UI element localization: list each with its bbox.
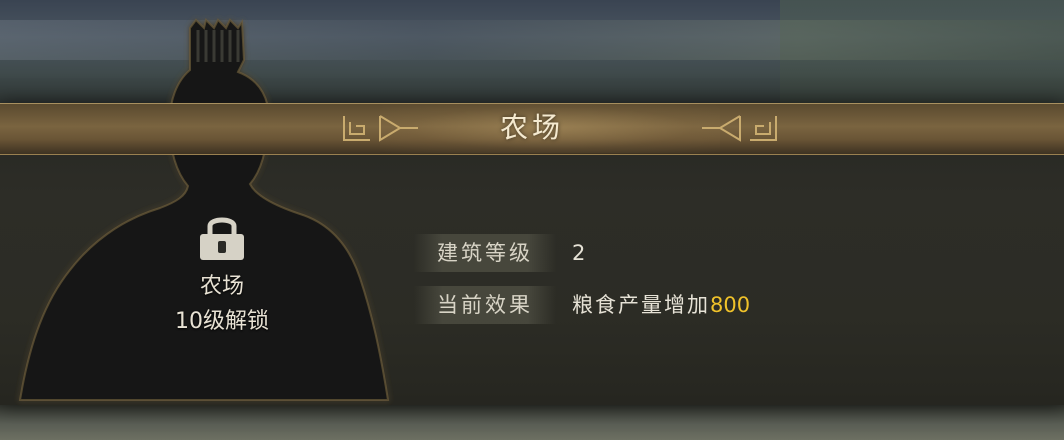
unlock-requirement: 10级解锁 bbox=[175, 309, 269, 334]
current-effect-row: 当前效果 粮食产量增加800 bbox=[414, 286, 834, 324]
building-level-label: 建筑等级 bbox=[414, 234, 556, 272]
building-name: 农场 bbox=[199, 274, 244, 299]
current-effect-label: 当前效果 bbox=[414, 286, 556, 324]
dialog-title: 农场 bbox=[499, 111, 564, 144]
effect-text: 粮食产量增加 bbox=[572, 293, 710, 317]
lock-icon bbox=[200, 217, 244, 260]
building-level-value: 2 bbox=[572, 241, 588, 265]
building-level-row: 建筑等级 2 bbox=[414, 234, 834, 272]
current-effect-value: 粮食产量增加800 bbox=[572, 286, 750, 324]
effect-amount: 800 bbox=[710, 293, 751, 317]
